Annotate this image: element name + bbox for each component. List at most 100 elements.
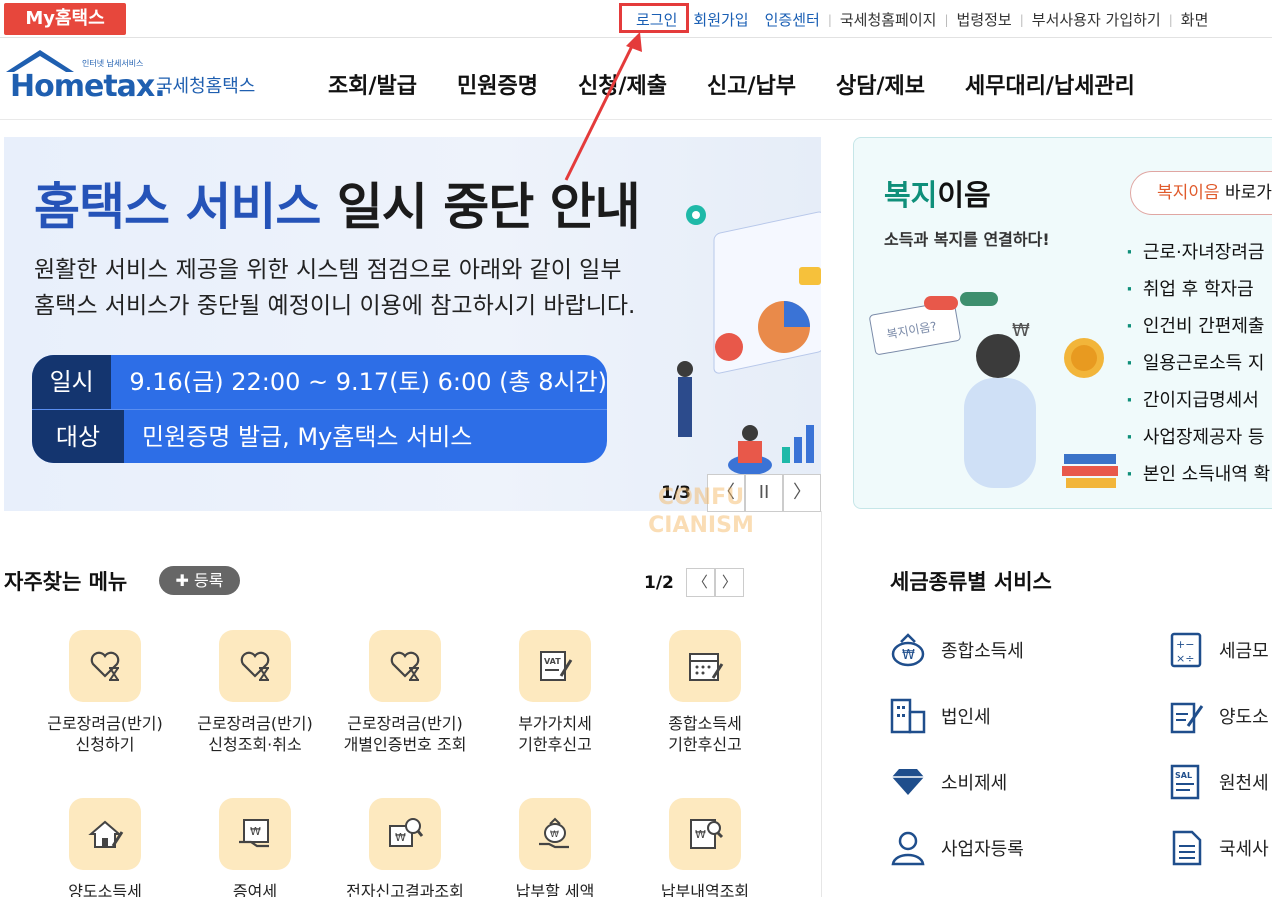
screen-link[interactable]: 화면: [1173, 9, 1217, 30]
list-item[interactable]: 사업장제공자 등: [1126, 419, 1270, 456]
login-highlight-box: [619, 3, 689, 33]
heart-hourglass-icon: [369, 630, 441, 702]
list-item[interactable]: 인건비 간편제출: [1126, 308, 1270, 345]
tax-service-item[interactable]: 양도소: [1166, 696, 1269, 736]
nts-home-link[interactable]: 국세청홈페이지: [832, 9, 945, 30]
favorites-prev-button[interactable]: 〈: [685, 568, 715, 597]
banner-title: 홈택스 서비스 일시 중단 안내: [34, 167, 641, 239]
banner-title-dark: 일시 중단 안내: [336, 178, 641, 236]
vat-doc-icon: VAT: [519, 630, 591, 702]
calculator-icon: +− ×÷: [1166, 630, 1206, 670]
svg-text:₩: ₩: [250, 825, 261, 838]
schedule-row-time: 일시 9.16(금) 22:00 ~ 9.17(토) 6:00 (총 8시간): [32, 355, 607, 409]
nav-civil-cert[interactable]: 민원증명: [457, 68, 538, 100]
building-icon: [888, 696, 928, 736]
my-hometax-button[interactable]: My홈택스: [4, 3, 126, 35]
favorites-add-button[interactable]: ✚ 등록: [159, 566, 240, 595]
favorite-menu-label: 양도소득세: [68, 882, 142, 897]
favorite-menu-item[interactable]: 근로장려금(반기) 신청하기: [30, 630, 180, 755]
heart-hourglass-icon: [69, 630, 141, 702]
tax-service-item[interactable]: 법인세: [888, 696, 991, 736]
favorites-page-indicator: 1/2: [644, 572, 674, 593]
tax-service-item[interactable]: 국세사: [1166, 828, 1269, 868]
svg-text:₩: ₩: [550, 830, 559, 840]
tax-service-title: 세금종류별 서비스: [890, 570, 1052, 594]
favorite-menu-item[interactable]: ₩ 납부할 세액: [480, 798, 630, 897]
schedule-target-value: 민원증명 발급, My홈택스 서비스: [142, 423, 473, 451]
money-bag-icon: ₩: [888, 630, 928, 670]
favorite-menu-item[interactable]: 근로장려금(반기) 개별인증번호 조회: [330, 630, 480, 755]
banner-schedule: 일시 9.16(금) 22:00 ~ 9.17(토) 6:00 (총 8시간) …: [32, 355, 607, 463]
svg-text:SAL: SAL: [1175, 771, 1192, 780]
list-item[interactable]: 일용근로소득 지: [1126, 345, 1270, 382]
logo-kr-text: 국세청홈택스: [156, 76, 255, 97]
tax-service-item[interactable]: +− ×÷ 세금모: [1166, 630, 1269, 670]
tax-service-item[interactable]: 소비제세: [888, 762, 1007, 802]
banner-description: 원활한 서비스 제공을 위한 시스템 점검으로 아래와 같이 일부 홈택스 서비…: [34, 257, 636, 319]
favorites-title: 자주찾는 메뉴: [4, 570, 128, 594]
law-info-link[interactable]: 법령정보: [949, 9, 1020, 30]
hometax-logo[interactable]: 인터넷 납세서비스 Hometax. 국세청홈택스: [4, 48, 284, 108]
watermark-line1: CONFU: [657, 485, 745, 510]
favorite-menu-item[interactable]: 근로장려금(반기) 신청조회·취소: [180, 630, 330, 755]
logo-main-text: Hometax.: [10, 69, 165, 104]
svg-text:₩: ₩: [902, 648, 915, 663]
tax-service-label: 양도소: [1219, 707, 1269, 728]
moneybag-hand-icon: ₩: [519, 798, 591, 870]
favorite-menu-label: 근로장려금(반기) 신청조회·취소: [197, 714, 313, 754]
favorites-add-label: 등록: [194, 571, 224, 590]
favorite-menu-item[interactable]: 종합소득세 기한후신고: [630, 630, 780, 755]
won-doc-search-icon: ₩: [669, 798, 741, 870]
section-divider: [821, 511, 822, 897]
svg-text:+−: +−: [1176, 638, 1194, 651]
dept-user-signup-link[interactable]: 부서사용자 가입하기: [1024, 9, 1169, 30]
welfare-card[interactable]: 복지이음 소득과 복지를 연결하다! 복지이음 바로가기 복지이음? ₩ 근로·…: [853, 137, 1272, 509]
tax-service-item[interactable]: SAL 원천세: [1166, 762, 1269, 802]
favorite-menu-label: 부가가치세 기한후신고: [518, 714, 592, 754]
favorite-menu-item[interactable]: VAT 부가가치세 기한후신고: [480, 630, 630, 755]
schedule-target-key: 대상: [32, 410, 124, 463]
tax-service-label: 소비제세: [941, 773, 1008, 794]
welfare-shortcut-button[interactable]: 복지이음 바로가기: [1130, 171, 1272, 215]
tax-service-label: 법인세: [941, 707, 991, 728]
tax-service-item[interactable]: ₩ 종합소득세: [888, 630, 1024, 670]
nav-inquiry-issue[interactable]: 조회/발급: [328, 68, 417, 100]
favorites-next-button[interactable]: 〉: [714, 568, 744, 597]
tax-service-label: 국세사: [1219, 839, 1269, 860]
watermark-line2: CIANISM: [648, 513, 754, 538]
schedule-time-key: 일시: [32, 355, 112, 409]
tax-service-item[interactable]: 사업자등록: [888, 828, 1024, 868]
favorite-menu-item[interactable]: ₩ 전자신고결과조회: [330, 798, 480, 897]
house-logo-icon: 인터넷 납세서비스 Hometax. 국세청홈택스: [6, 50, 255, 104]
signup-link[interactable]: 회원가입: [685, 9, 756, 30]
cert-center-link[interactable]: 인증센터: [757, 9, 828, 30]
diamond-icon: [888, 762, 928, 802]
list-item[interactable]: 간이지급명세서: [1126, 382, 1270, 419]
house-pen-icon: [69, 798, 141, 870]
favorites-pager: 1/2 〈 〉: [644, 568, 744, 597]
annotation-arrow-icon: [564, 32, 642, 181]
welfare-title: 복지이음: [884, 172, 991, 214]
welfare-title-dark: 이음: [937, 178, 991, 212]
nav-report-pay[interactable]: 신고/납부: [707, 68, 796, 100]
salary-doc-icon: SAL: [1166, 762, 1206, 802]
nav-tax-agent[interactable]: 세무대리/납세관리: [965, 68, 1135, 100]
list-item[interactable]: 본인 소득내역 확: [1126, 456, 1270, 493]
favorite-menu-item[interactable]: ₩ 증여세: [180, 798, 330, 897]
list-item[interactable]: 취업 후 학자금: [1126, 271, 1270, 308]
favorite-menu-item[interactable]: 양도소득세: [30, 798, 180, 897]
hometax-page: My홈택스 로그인 회원가입 인증센터 | 국세청홈페이지 | 법령정보 | 부…: [0, 0, 1272, 897]
svg-text:₩: ₩: [1012, 320, 1030, 341]
banner-next-button[interactable]: 〉: [783, 474, 821, 512]
nav-consult-report[interactable]: 상담/제보: [836, 68, 925, 100]
favorite-menu-label: 근로장려금(반기) 신청하기: [47, 714, 163, 754]
won-search-icon: ₩: [369, 798, 441, 870]
svg-text:₩: ₩: [395, 831, 406, 844]
notice-banner[interactable]: 홈택스 서비스 일시 중단 안내 원활한 서비스 제공을 위한 시스템 점검으로…: [4, 137, 821, 511]
welfare-link-red: 복지이음: [1157, 183, 1220, 203]
heart-hourglass-icon: [219, 630, 291, 702]
calendar-pen-icon: [669, 630, 741, 702]
list-item[interactable]: 근로·자녀장려금: [1126, 234, 1270, 271]
favorite-menu-item[interactable]: ₩ 납부내역조회: [630, 798, 780, 897]
schedule-time-value: 9.16(금) 22:00 ~ 9.17(토) 6:00 (총 8시간): [129, 368, 607, 396]
